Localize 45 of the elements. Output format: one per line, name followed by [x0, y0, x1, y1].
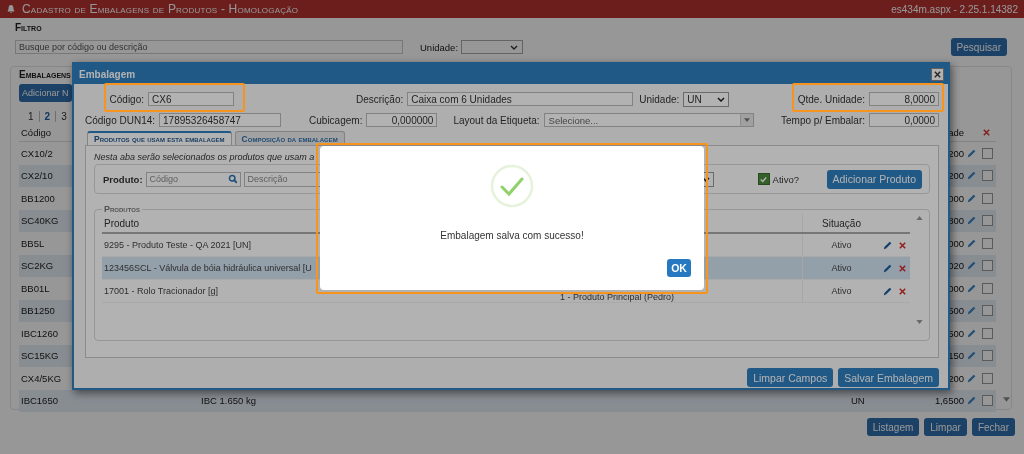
table-cell: Ativo: [802, 280, 880, 302]
table-cell-text: 1,6500: [934, 395, 965, 407]
table-cell: Ativo: [802, 257, 880, 279]
field-label: Descrição:: [356, 93, 404, 105]
section-heading: Filtro: [15, 22, 42, 33]
table-cell-text: 123456SCL - Válvula de bóia hidráulica universal [U: [103, 263, 313, 273]
modal-title: Embalagem: [79, 68, 136, 80]
checkbox-label: Ativo?: [772, 173, 799, 185]
table-cell: Ativo: [802, 234, 880, 256]
table-cell-text: 1 - Produto Principal (Pedro): [559, 292, 675, 302]
field-label: Cubicagem:: [309, 114, 363, 126]
field-label: Código DUN14:: [85, 114, 156, 126]
table-cell-text: UN: [850, 395, 866, 407]
table-cell-text: 17001 - Rolo Tracionador [g]: [103, 286, 220, 296]
table-cell-text: 9295 - Produto Teste - QA 2021 [UN]: [103, 240, 252, 250]
field-label: Unidade:: [420, 41, 459, 53]
column-header: Código: [20, 127, 52, 138]
table-cell-text: BB1250: [20, 305, 55, 317]
page-title: Cadastro de Embalagens de Produtos - Homologação: [22, 2, 299, 16]
field-label: Tempo p/ Embalar:: [781, 114, 865, 126]
field-label: Produto:: [103, 173, 143, 185]
table-cell-text: BB1200: [20, 192, 55, 204]
field-label: Unidade:: [639, 93, 680, 105]
table-cell-text: IBC1650: [20, 395, 58, 407]
version-text: es434m.aspx - 2.25.1.14382: [891, 3, 1018, 15]
field-label: Qtde. Unidade:: [797, 93, 865, 105]
group-legend: Produtos: [102, 204, 142, 214]
table-cell-text: IBC 1.650 kg: [201, 395, 257, 407]
table-cell-text: SC15KG: [20, 350, 59, 362]
column-header: Situação: [802, 214, 880, 232]
field-label: Código:: [108, 93, 144, 105]
table-cell-text: 150: [948, 350, 965, 362]
table-cell-text: CX2/10: [20, 170, 53, 182]
table-cell-text: SC2KG: [20, 260, 54, 272]
column-header: Produto: [103, 217, 141, 229]
dialog-message: Embalagem salva com sucesso!: [440, 230, 584, 241]
table-cell-text: BB5L: [20, 237, 45, 249]
table-cell-text: CX4/5KG: [20, 372, 62, 384]
table-cell-text: SC40KG: [20, 215, 59, 227]
section-heading: Embalagens: [19, 69, 71, 80]
table-cell-text: BB01L: [20, 282, 50, 294]
tab-description: Nesta aba serão selecionados os produtos que usam a: [94, 152, 316, 162]
table-cell-text: IBC1260: [20, 327, 58, 339]
field-label: Layout da Etiqueta:: [453, 114, 540, 126]
table-cell-text: CX10/2: [20, 147, 53, 159]
